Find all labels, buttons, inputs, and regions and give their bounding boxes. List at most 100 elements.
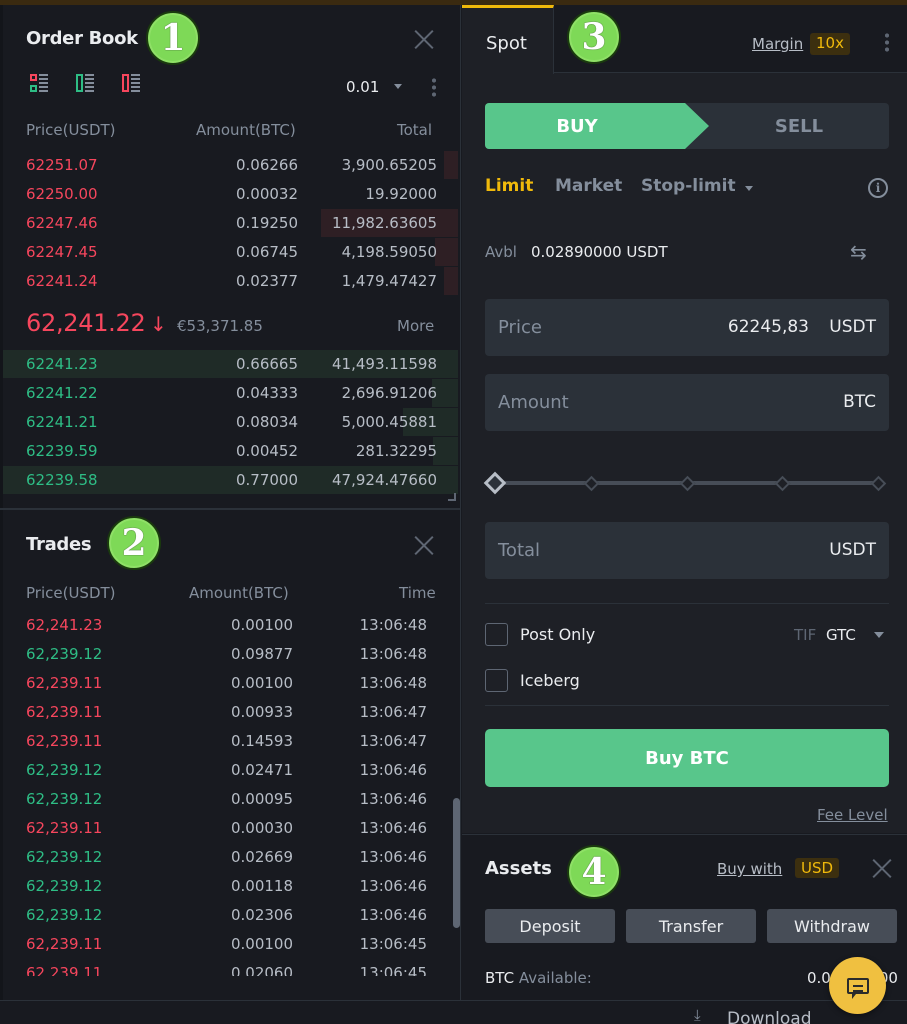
trade-row: 62,239.12 0.00118 13:06:46 (3, 872, 453, 901)
trade-amount: 0.00933 (230, 703, 293, 721)
buy-btc-button[interactable]: Buy BTC (485, 729, 889, 787)
transfer-button[interactable]: Transfer (626, 909, 756, 943)
buy-with-currency[interactable]: USD (795, 858, 840, 878)
price-input[interactable]: Price 62245,83 USDT (485, 299, 889, 356)
slider-step-50[interactable] (679, 475, 696, 492)
btc-value-head: 0.0 (807, 969, 831, 987)
trade-amount: 0.00118 (230, 877, 293, 895)
info-icon[interactable]: i (868, 178, 888, 198)
trade-price: 62,239.12 (26, 906, 103, 924)
withdraw-button[interactable]: Withdraw (767, 909, 897, 943)
trade-row: 62,239.11 0.00030 13:06:46 (3, 814, 453, 843)
tif-label: TIF (794, 626, 817, 644)
trade-price: 62,239.11 (26, 732, 103, 750)
price-input-value[interactable]: 62245,83 (728, 317, 809, 337)
available-value: 0.02890000 USDT (531, 243, 668, 261)
trade-price: 62,239.12 (26, 848, 103, 866)
trade-amount: 0.00100 (230, 616, 293, 634)
trade-form-more-icon[interactable] (885, 32, 889, 52)
trade-time: 13:06:46 (359, 819, 427, 837)
tif-select[interactable]: GTC (826, 626, 856, 644)
margin-link[interactable]: Margin (752, 35, 803, 53)
deposit-button[interactable]: Deposit (485, 909, 615, 943)
trade-amount: 0.00100 (230, 935, 293, 953)
trade-time: 13:06:46 (359, 877, 427, 895)
leverage-badge[interactable]: 10x (810, 33, 850, 55)
trade-amount: 0.00100 (230, 674, 293, 692)
post-only-checkbox[interactable] (485, 623, 508, 646)
iceberg-checkbox[interactable] (485, 669, 508, 692)
btc-asset-label: BTC (485, 969, 515, 987)
available-label: Avbl (485, 243, 517, 261)
trade-row: 62,239.11 0.14593 13:06:47 (3, 727, 453, 756)
annotation-badge-3: 3 (567, 10, 621, 64)
trade-row: 62,239.11 0.00100 13:06:45 (3, 930, 453, 959)
amount-slider[interactable] (483, 470, 889, 496)
trade-time: 13:06:46 (359, 761, 427, 779)
trade-time: 13:06:48 (359, 645, 427, 663)
btc-available-label: BTC Available: (485, 969, 592, 987)
trade-amount: 0.14593 (230, 732, 293, 750)
trades-scrollbar[interactable] (453, 798, 460, 928)
trade-price: 62,239.12 (26, 877, 103, 895)
trade-row: 62,239.11 0.00100 13:06:48 (3, 669, 453, 698)
slider-step-75[interactable] (774, 475, 791, 492)
amount-input-label: Amount (498, 392, 569, 413)
trade-price: 62,239.12 (26, 645, 103, 663)
trade-row: 62,239.12 0.00095 13:06:46 (3, 785, 453, 814)
trade-price: 62,241.23 (26, 616, 103, 634)
caret-down-icon[interactable] (745, 186, 753, 191)
trade-row: 62,241.23 0.00100 13:06:48 (3, 611, 453, 640)
amount-input-unit: BTC (843, 392, 876, 412)
order-type-market[interactable]: Market (555, 176, 622, 196)
divider (485, 603, 889, 604)
trade-amount: 0.09877 (230, 645, 293, 663)
trade-time: 13:06:46 (359, 790, 427, 808)
total-input-unit: USDT (829, 540, 876, 560)
transfer-arrows-icon[interactable]: ⇆ (850, 240, 867, 264)
assets-close-icon[interactable] (871, 857, 893, 879)
buy-with-link[interactable]: Buy with (717, 860, 782, 878)
fee-level-link[interactable]: Fee Level (817, 806, 888, 824)
order-type-stop-limit[interactable]: Stop-limit (641, 176, 736, 196)
sell-tab[interactable]: SELL (709, 103, 889, 149)
amount-input[interactable]: Amount BTC (485, 374, 889, 431)
tab-spot[interactable]: Spot (462, 5, 554, 74)
post-only-label[interactable]: Post Only (520, 625, 595, 644)
chat-icon (846, 977, 869, 999)
price-input-unit: USDT (829, 317, 876, 337)
iceberg-label[interactable]: Iceberg (520, 671, 580, 690)
trade-row: 62,239.12 0.02669 13:06:46 (3, 843, 453, 872)
tab-spot-label: Spot (486, 33, 527, 54)
annotation-badge-4: 4 (567, 845, 621, 899)
trade-time: 13:06:46 (359, 906, 427, 924)
available-text: Available: (518, 969, 592, 987)
side-switch: BUY SELL (485, 103, 889, 149)
trade-time: 13:06:48 (359, 616, 427, 634)
download-icon[interactable]: ⤓ (694, 1006, 701, 1024)
slider-step-25[interactable] (583, 475, 600, 492)
total-input-label: Total (498, 540, 541, 561)
trade-time: 13:06:48 (359, 674, 427, 692)
order-type-limit[interactable]: Limit (485, 176, 533, 196)
trade-amount: 0.00030 (230, 819, 293, 837)
slider-step-100[interactable] (870, 475, 887, 492)
trade-amount: 0.00095 (230, 790, 293, 808)
trade-time: 13:06:47 (359, 732, 427, 750)
trade-row: 62,239.12 0.02471 13:06:46 (3, 756, 453, 785)
trade-time: 13:06:47 (359, 703, 427, 721)
trade-price: 62,239.12 (26, 761, 103, 779)
download-link[interactable]: Download (727, 1009, 812, 1024)
trade-time: 13:06:46 (359, 848, 427, 866)
trade-time: 13:06:45 (359, 935, 427, 953)
assets-title: Assets (485, 858, 552, 879)
trade-price: 62,239.11 (26, 935, 103, 953)
chat-button[interactable] (829, 957, 886, 1014)
trade-row: 62,239.11 0.00933 13:06:47 (3, 698, 453, 727)
trade-amount: 0.02669 (230, 848, 293, 866)
trade-list: 62,241.23 0.00100 13:06:48 62,239.12 0.09877… (0, 0, 461, 976)
caret-down-icon[interactable] (874, 632, 884, 638)
buy-tab[interactable]: BUY (485, 103, 709, 149)
total-input[interactable]: Total USDT (485, 522, 889, 579)
slider-handle[interactable] (483, 471, 507, 495)
